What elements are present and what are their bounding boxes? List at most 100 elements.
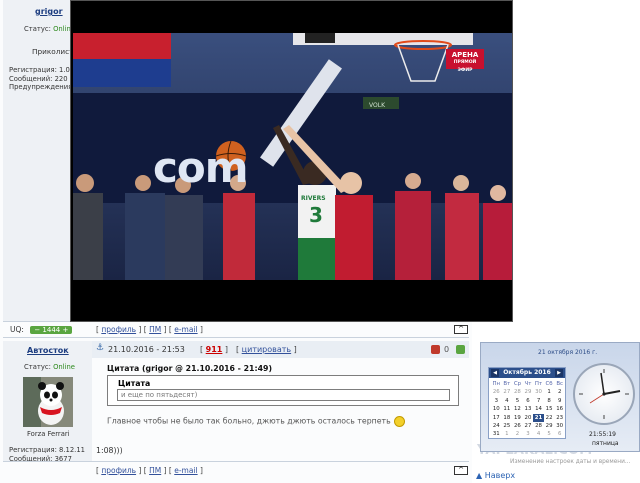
calendar-day[interactable]: 23: [554, 414, 565, 422]
clock-time: 21:55:19: [589, 431, 616, 438]
rate-plus-icon[interactable]: [456, 345, 465, 354]
calendar-day[interactable]: 16: [554, 405, 565, 413]
pm-link[interactable]: ПМ: [149, 325, 161, 334]
calendar-day[interactable]: 24: [491, 422, 502, 430]
calendar-day[interactable]: 7: [533, 397, 544, 405]
calendar-day[interactable]: 29: [523, 388, 534, 396]
calendar-day[interactable]: 8: [544, 397, 555, 405]
back-to-top-link[interactable]: ▲ Наверх: [476, 471, 515, 480]
quote-header: Цитата (grigor @ 21.10.2016 - 21:49): [107, 364, 272, 373]
calendar-day[interactable]: 30: [533, 388, 544, 396]
calendar-weekday: Вс: [556, 381, 563, 387]
status-label: Статус:: [24, 363, 51, 371]
pm-link[interactable]: ПМ: [149, 466, 161, 475]
calendar-day[interactable]: 28: [512, 388, 523, 396]
post-anchor-icon[interactable]: ⚓: [96, 344, 104, 353]
scroll-top-button[interactable]: ^: [454, 325, 468, 334]
prev-month-arrow-icon[interactable]: ◀: [491, 369, 499, 377]
calendar-weekday: Пт: [534, 381, 543, 387]
calendar-day[interactable]: 4: [502, 397, 513, 405]
post-tail-text: 1:08))): [96, 446, 123, 455]
calendar-day[interactable]: 27: [502, 388, 513, 396]
ad-board-text: com: [153, 143, 249, 192]
profile-link[interactable]: профиль: [101, 466, 136, 475]
calendar-day[interactable]: 1: [544, 388, 555, 396]
calendar-day[interactable]: 4: [533, 430, 544, 438]
calendar-day[interactable]: 22: [544, 414, 555, 422]
calendar-day[interactable]: 3: [491, 397, 502, 405]
calendar-day[interactable]: 10: [491, 405, 502, 413]
jersey-name: RIVERS: [301, 195, 326, 202]
calendar-day[interactable]: 2: [554, 388, 565, 396]
scroll-top-button[interactable]: ^: [454, 466, 468, 475]
status-value: Online: [53, 363, 75, 371]
calendar-day[interactable]: 25: [502, 422, 513, 430]
calendar-day[interactable]: 12: [512, 405, 523, 413]
calendar-day[interactable]: 2: [512, 430, 523, 438]
gadget-date: 21 октября 2016 г.: [538, 349, 598, 356]
post-rating: 0: [444, 345, 450, 354]
calendar-day[interactable]: 11: [502, 405, 513, 413]
video-frame[interactable]: АРЕНА ПРЯМОЙ ЭФИР VOLK com RIVERS 3: [73, 33, 512, 280]
calendar: ◀ Октябрь 2016 ▶ Пн Вт Ср Чт Пт Сб Вс 26 27 28 29 3…: [488, 367, 566, 439]
calendar-day[interactable]: 14: [533, 405, 544, 413]
calendar-day[interactable]: 21: [533, 413, 544, 422]
post-date: 21.10.2016 - 21:53: [108, 345, 185, 354]
calendar-day[interactable]: 31: [491, 430, 502, 438]
calendar-month-header: ◀ Октябрь 2016 ▶: [489, 368, 565, 378]
report-icon[interactable]: [431, 345, 440, 354]
email-link[interactable]: e-mail: [174, 466, 197, 475]
calendar-day[interactable]: 17: [491, 414, 502, 422]
calendar-weekday: Сб: [545, 381, 553, 387]
channel-logo-name: АРЕНА: [451, 51, 479, 59]
profile-link[interactable]: профиль: [101, 325, 136, 334]
next-month-arrow-icon[interactable]: ▶: [555, 369, 563, 377]
calendar-day[interactable]: 19: [512, 414, 523, 422]
uq-badge[interactable]: − 1444 +: [30, 326, 73, 334]
jersey-number: 3: [309, 203, 323, 227]
calendar-day[interactable]: 6: [554, 430, 565, 438]
uq-label: UQ:: [10, 325, 24, 334]
avatar-panda-image: [23, 377, 73, 427]
calendar-day[interactable]: 15: [544, 405, 555, 413]
calendar-day[interactable]: 9: [554, 397, 565, 405]
calendar-week-row: 24 25 26 27 28 29 30: [491, 422, 565, 430]
username-avtostok[interactable]: Автосток: [27, 346, 69, 355]
avatar: [23, 377, 73, 427]
calendar-week-row: 31 1 2 3 4 5 6: [491, 430, 565, 438]
calendar-day[interactable]: 1: [502, 430, 513, 438]
calendar-day[interactable]: 26: [491, 388, 502, 396]
calendar-weekday: Вт: [503, 381, 511, 387]
post-number-link[interactable]: 911: [206, 345, 223, 354]
datetime-settings-link[interactable]: Изменение настроек даты и времени...: [510, 459, 630, 465]
calendar-day[interactable]: 3: [523, 430, 534, 438]
status-line-1: Статус: Online: [24, 25, 75, 34]
calendar-day[interactable]: 5: [544, 430, 555, 438]
post-text-content: Главное чтобы не было так больно, джють …: [107, 416, 391, 426]
calendar-day[interactable]: 28: [533, 422, 544, 430]
calendar-day[interactable]: 18: [502, 414, 513, 422]
post-text: Главное чтобы не было так больно, джють …: [107, 416, 405, 427]
calendar-day[interactable]: 26: [512, 422, 523, 430]
warn-label: Предупреждения:: [9, 83, 75, 92]
status-line-2: Статус: Online: [24, 363, 75, 372]
clock-day: пятница: [592, 440, 619, 447]
calendar-day[interactable]: 6: [523, 397, 534, 405]
cite-link[interactable]: цитировать: [242, 345, 291, 354]
reg-label: Регистрация:: [9, 66, 57, 74]
reg-label: Регистрация:: [9, 446, 57, 454]
calendar-day[interactable]: 27: [523, 422, 534, 430]
calendar-day[interactable]: 13: [523, 405, 534, 413]
divider: [3, 461, 469, 462]
calendar-day[interactable]: 5: [512, 397, 523, 405]
calendar-day[interactable]: 30: [554, 422, 565, 430]
video-player[interactable]: АРЕНА ПРЯМОЙ ЭФИР VOLK com RIVERS 3: [70, 0, 513, 322]
user-title: Приколист: [32, 47, 74, 56]
calendar-day[interactable]: 29: [544, 422, 555, 430]
calendar-clock-gadget: 21 октября 2016 г. ◀ Октябрь 2016 ▶ Пн Вт…: [480, 342, 640, 452]
calendar-weekday: Чт: [524, 381, 532, 387]
email-link[interactable]: e-mail: [174, 325, 197, 334]
calendar-weekday: Ср: [513, 381, 521, 387]
username-grigor[interactable]: grigor: [35, 7, 63, 16]
calendar-day[interactable]: 20: [523, 414, 534, 422]
